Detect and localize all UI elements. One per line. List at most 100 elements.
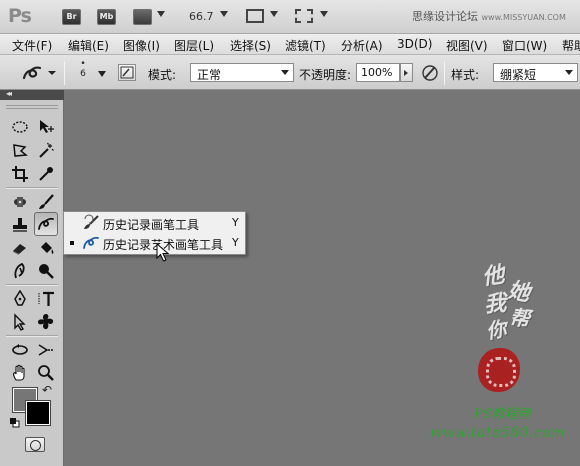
3d-camera-tool[interactable] xyxy=(35,339,57,361)
hand-tool[interactable] xyxy=(9,362,31,384)
paint-bucket-icon xyxy=(41,242,54,254)
marquee-tool[interactable] xyxy=(9,116,31,138)
3d-rotate-icon xyxy=(12,344,28,355)
direct-selection-icon xyxy=(14,313,26,331)
opacity-value: 100% xyxy=(361,66,393,79)
opacity-slider-button[interactable] xyxy=(400,63,413,82)
brush-picker[interactable]: • 6 xyxy=(76,59,90,79)
zoom-tool[interactable] xyxy=(35,362,57,384)
spot-healing-tool[interactable] xyxy=(9,191,31,213)
flyout-item-shortcut: Y xyxy=(232,236,239,249)
arrange-documents-icon[interactable] xyxy=(246,9,264,23)
arrange-dropdown-icon[interactable] xyxy=(270,11,278,17)
paint-bucket-tool[interactable] xyxy=(35,237,57,259)
mode-select[interactable]: 正常 xyxy=(190,63,294,82)
application-bar: Ps Br Mb 66.7 思缘设计论坛 www.MISSYUAN.COM xyxy=(0,0,580,34)
pen-tool[interactable] xyxy=(9,288,31,310)
site-watermark-name: 思缘设计论坛 xyxy=(412,10,478,23)
tablet-pressure-opacity-button[interactable] xyxy=(420,63,440,83)
healing-brush-icon xyxy=(14,197,26,207)
screen-mode-dropdown-icon[interactable] xyxy=(320,11,328,17)
flyout-item-shortcut: Y xyxy=(232,216,239,229)
brush-icon xyxy=(39,194,54,209)
site-watermark-url: www.MISSYUAN.COM xyxy=(481,13,566,22)
chevron-down-icon xyxy=(281,70,289,75)
options-separator xyxy=(444,61,445,85)
smudge-icon xyxy=(14,262,25,279)
path-selection-tool[interactable] xyxy=(9,311,31,333)
mini-bridge-button[interactable]: Mb xyxy=(97,9,116,25)
style-select[interactable]: 绷紧短 xyxy=(493,63,578,82)
flyout-item-art-history-brush[interactable]: 历史记录艺术画笔工具 Y xyxy=(64,233,245,253)
view-extras-icon[interactable] xyxy=(133,9,152,25)
calligraphy-signature: 帮 xyxy=(508,305,532,331)
view-extras-dropdown-icon[interactable] xyxy=(157,11,165,17)
screen-mode-icon[interactable] xyxy=(295,9,313,23)
options-separator xyxy=(64,61,65,85)
background-color-swatch[interactable] xyxy=(25,400,51,426)
options-bar: • 6 模式: 正常 不透明度: 100% 样式: 绷紧短 xyxy=(0,55,580,90)
menu-image[interactable]: 图像(I) xyxy=(123,37,160,54)
menu-view[interactable]: 视图(V) xyxy=(446,37,488,54)
type-tool[interactable] xyxy=(35,288,57,310)
url-watermark: www.tata580.com xyxy=(430,425,565,441)
panel-grip[interactable] xyxy=(6,105,58,109)
3d-rotate-tool[interactable] xyxy=(9,339,31,361)
opacity-label: 不透明度: xyxy=(299,68,352,82)
quick-mask-button[interactable] xyxy=(25,437,45,452)
menu-window[interactable]: 窗口(W) xyxy=(502,37,547,54)
selected-indicator xyxy=(70,241,74,245)
zoom-dropdown-icon[interactable] xyxy=(220,11,228,17)
type-icon xyxy=(38,291,54,306)
menu-select[interactable]: 选择(S) xyxy=(230,37,271,54)
blur-tool[interactable] xyxy=(9,260,31,282)
brush-dropdown-icon[interactable] xyxy=(98,71,106,77)
pen-pressure-icon xyxy=(422,65,438,81)
crop-tool[interactable] xyxy=(9,163,31,185)
style-label: 样式: xyxy=(451,68,480,82)
dodge-tool[interactable] xyxy=(35,260,57,282)
flyout-item-history-brush[interactable]: 历史记录画笔工具 Y xyxy=(64,213,245,233)
bridge-button[interactable]: Br xyxy=(62,9,81,25)
collapse-icon[interactable]: ◂◂ xyxy=(6,89,12,98)
opacity-input[interactable]: 100% xyxy=(356,63,400,82)
custom-shape-tool[interactable] xyxy=(35,311,57,333)
eraser-tool[interactable] xyxy=(9,237,31,259)
tool-group-separator xyxy=(6,335,58,337)
move-tool[interactable] xyxy=(35,116,57,138)
ps-tutorial-watermark: PS教程网 xyxy=(474,407,531,422)
tools-panel-header[interactable]: ◂◂ xyxy=(0,89,64,100)
menu-3d[interactable]: 3D(D) xyxy=(397,37,432,51)
art-history-brush-icon xyxy=(83,236,99,249)
polygonal-lasso-icon xyxy=(13,144,28,157)
lasso-tool[interactable] xyxy=(9,140,31,162)
menu-edit[interactable]: 编辑(E) xyxy=(68,37,109,54)
magic-wand-tool[interactable] xyxy=(35,140,57,162)
3d-orbit-icon xyxy=(38,344,54,356)
tool-preset-picker[interactable] xyxy=(18,62,58,84)
eyedropper-icon xyxy=(39,167,53,181)
brush-tip-icon: • xyxy=(80,59,86,69)
default-colors-icon[interactable] xyxy=(10,417,20,428)
menu-filter[interactable]: 滤镜(T) xyxy=(285,37,326,54)
mode-label: 模式: xyxy=(148,68,177,82)
eraser-icon xyxy=(13,244,26,255)
move-icon xyxy=(40,120,54,133)
history-brush-tool[interactable] xyxy=(34,212,58,236)
zoom-level[interactable]: 66.7 xyxy=(189,10,214,23)
menu-help[interactable]: 帮助 xyxy=(562,37,580,54)
brush-panel-toggle[interactable] xyxy=(118,64,136,81)
clone-stamp-icon xyxy=(13,218,27,232)
brush-tool[interactable] xyxy=(35,191,57,213)
eyedropper-tool[interactable] xyxy=(35,163,57,185)
clone-stamp-tool[interactable] xyxy=(9,214,31,236)
chevron-down-icon xyxy=(565,70,573,75)
swap-colors-icon[interactable]: ↶ xyxy=(42,383,52,397)
menu-file[interactable]: 文件(F) xyxy=(12,37,52,54)
photoshop-logo: Ps xyxy=(8,5,32,27)
menu-analysis[interactable]: 分析(A) xyxy=(341,37,383,54)
pen-icon xyxy=(14,290,26,306)
history-brush-flyout-menu: 历史记录画笔工具 Y 历史记录艺术画笔工具 Y xyxy=(63,211,246,255)
menu-layer[interactable]: 图层(L) xyxy=(174,37,214,54)
tool-group-separator xyxy=(6,187,58,189)
